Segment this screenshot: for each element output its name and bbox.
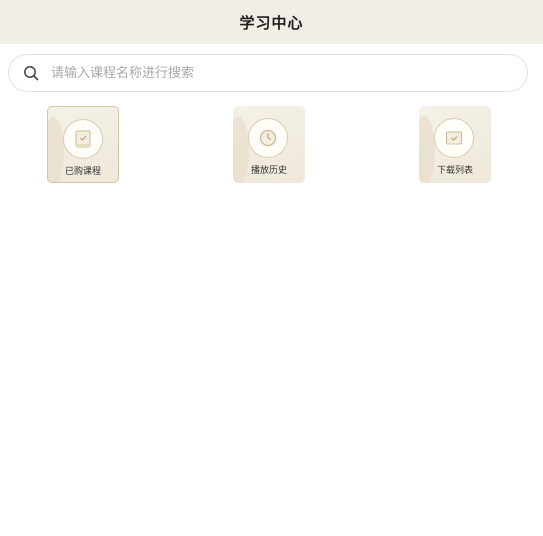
search-icon	[23, 65, 39, 81]
tile-label: 下载列表	[436, 166, 473, 176]
search-input[interactable]	[49, 57, 527, 89]
download-list-icon	[434, 118, 474, 158]
search-bar[interactable]	[8, 54, 528, 92]
page-title: 学习中心	[239, 13, 304, 32]
tile-label: 播放历史	[250, 166, 287, 176]
clock-icon	[248, 118, 288, 158]
tile-download-list[interactable]: 下载列表	[419, 106, 491, 183]
tile-label: 已购课程	[64, 167, 101, 177]
tile-purchased-courses[interactable]: 已购课程	[47, 106, 119, 183]
header-bar: 学习中心	[0, 0, 543, 44]
book-icon	[63, 119, 103, 159]
tile-play-history[interactable]: 播放历史	[233, 106, 305, 183]
